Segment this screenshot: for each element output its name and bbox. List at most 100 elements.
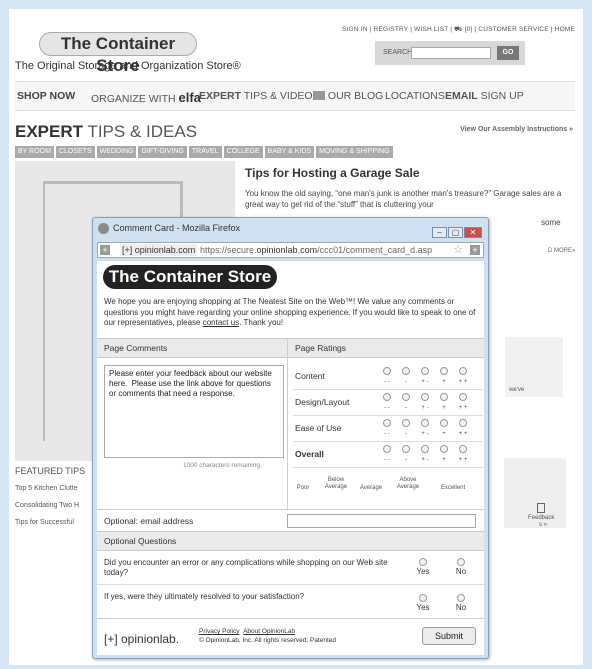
close-button[interactable]: ✕ xyxy=(464,227,482,238)
read-more-link[interactable]: D MORE» xyxy=(548,248,575,254)
article-tail: some xyxy=(541,218,561,227)
comment-card: The Container Store We hope you are enjo… xyxy=(97,261,484,655)
window-titlebar[interactable]: Comment Card - Mozilla Firefox – ▢ ✕ xyxy=(93,218,488,240)
q1-no-label: No xyxy=(455,567,467,576)
rating-radio[interactable] xyxy=(440,419,448,427)
search-input[interactable] xyxy=(411,47,491,59)
q2-no[interactable]: No xyxy=(453,594,469,612)
plus-icon[interactable]: + xyxy=(100,245,110,255)
category-tab[interactable]: MOVING & SHIPPING xyxy=(316,146,393,158)
nav-blog[interactable]: OUR BLOG xyxy=(313,90,383,102)
url-bar[interactable]: + [+] opinionlab.com https://secure.opin… xyxy=(97,242,484,258)
nav-expert-bold: EXPERT xyxy=(199,90,242,102)
url-text: https://secure.opinionlab.com/ccc01/comm… xyxy=(200,245,432,255)
assembly-link[interactable]: View Our Assembly Instructions » xyxy=(460,126,573,133)
category-tab[interactable]: COLLEGE xyxy=(223,146,263,158)
category-tab[interactable]: BY ROOM xyxy=(15,146,54,158)
page-ratings-header: Page Ratings xyxy=(287,338,484,358)
rating-symbol: + - xyxy=(421,405,429,411)
blog-icon xyxy=(313,91,325,100)
rating-symbol: + xyxy=(442,431,446,437)
copyright: © OpinionLab, Inc. All rights reserved; … xyxy=(199,637,337,644)
maximize-button[interactable]: ▢ xyxy=(448,227,463,238)
firefox-icon xyxy=(98,223,109,234)
featured-item[interactable]: Tips for Successful xyxy=(15,514,95,531)
rating-radio[interactable] xyxy=(402,419,410,427)
rating-radio[interactable] xyxy=(402,367,410,375)
category-tab[interactable]: TRAVEL xyxy=(188,146,222,158)
rating-symbol: - xyxy=(405,457,407,463)
email-label: Optional: email address xyxy=(104,516,194,526)
side-more-link[interactable]: s » xyxy=(539,522,547,528)
rating-radio[interactable] xyxy=(440,367,448,375)
comments-textarea[interactable]: Please enter your feedback about our web… xyxy=(104,365,284,458)
featured-heading: FEATURED TIPS xyxy=(15,466,86,476)
nav-organize[interactable]: ORGANIZE WITH elfa xyxy=(91,90,201,105)
q1-yes-radio[interactable] xyxy=(419,558,427,566)
footer-links: Privacy Policy About OpinionLab © Opinio… xyxy=(199,627,336,645)
minimize-button[interactable]: – xyxy=(432,227,447,238)
q2-no-radio[interactable] xyxy=(457,594,465,602)
rating-radio[interactable] xyxy=(421,393,429,401)
featured-item[interactable]: Consolidating Two H xyxy=(15,497,95,514)
rating-radio[interactable] xyxy=(402,445,410,453)
nav-expert[interactable]: EXPERT TIPS & VIDEOS xyxy=(199,90,320,102)
rating-radio[interactable] xyxy=(402,393,410,401)
featured-item[interactable]: Top 5 Kitchen Clutte xyxy=(15,480,95,497)
rating-radio[interactable] xyxy=(383,445,391,453)
rating-radio[interactable] xyxy=(440,393,448,401)
q2-yes[interactable]: Yes xyxy=(415,594,431,612)
contact-us-link[interactable]: contact us xyxy=(203,318,239,327)
q1-yes-label: Yes xyxy=(416,567,430,576)
rating-symbol: + + xyxy=(458,457,468,463)
q1-yes[interactable]: Yes xyxy=(415,558,431,576)
email-row: Optional: email address xyxy=(97,509,484,531)
article-title[interactable]: Tips for Hosting a Garage Sale xyxy=(245,166,420,180)
rating-radio[interactable] xyxy=(440,445,448,453)
bookmark-star-icon[interactable]: ☆ xyxy=(453,243,463,256)
site-identity[interactable]: [+] opinionlab.com xyxy=(120,244,198,256)
q1-no-radio[interactable] xyxy=(457,558,465,566)
rating-radio[interactable] xyxy=(421,367,429,375)
nav-shop-now[interactable]: SHOP NOW xyxy=(17,90,75,102)
rating-symbol: + + xyxy=(458,379,468,385)
q2-yes-radio[interactable] xyxy=(419,594,427,602)
rating-radio[interactable] xyxy=(421,445,429,453)
email-input[interactable] xyxy=(287,514,476,528)
q1-no[interactable]: No xyxy=(453,558,469,576)
category-tab[interactable]: BABY & KIDS xyxy=(264,146,315,158)
addon-icon[interactable]: + xyxy=(470,245,480,255)
top-links[interactable]: SIGN IN | REGISTRY | WISH LIST | ⛟ [0] |… xyxy=(342,25,575,34)
rating-symbol: + - xyxy=(421,379,429,385)
rating-radio[interactable] xyxy=(383,393,391,401)
rating-symbol: - xyxy=(405,431,407,437)
rating-symbol: - xyxy=(405,379,407,385)
intro-part-2: . Thank you! xyxy=(239,318,284,327)
rating-radio[interactable] xyxy=(421,419,429,427)
go-button[interactable]: GO xyxy=(497,46,519,60)
ratings-grid: Content - - - + - + + + Design/Layout - - - + - + +… xyxy=(293,364,483,468)
rating-radio[interactable] xyxy=(459,393,467,401)
privacy-link[interactable]: Privacy Policy xyxy=(199,628,239,635)
nav-email-signup[interactable]: EMAIL SIGN UP xyxy=(445,90,524,102)
about-link[interactable]: About OpinionLab xyxy=(243,628,295,635)
rating-radio[interactable] xyxy=(459,419,467,427)
rating-radio[interactable] xyxy=(383,367,391,375)
comment-card-window: Comment Card - Mozilla Firefox – ▢ ✕ + [+]… xyxy=(92,217,489,659)
category-tabs: BY ROOM CLOSETS WEDDING GIFT-GIVING TRAVEL CO… xyxy=(15,140,395,158)
page-title-rest: TIPS & IDEAS xyxy=(87,122,198,141)
rating-symbol: + - xyxy=(421,431,429,437)
rating-row: Overall - - - + - + + + xyxy=(293,442,483,468)
submit-button[interactable]: Submit xyxy=(422,627,476,645)
featured-tips: FEATURED TIPS Top 5 Kitchen Clutte Conso… xyxy=(15,463,95,531)
site-logo[interactable]: The Container Store xyxy=(39,32,197,75)
category-tab[interactable]: WEDDING xyxy=(96,146,137,158)
category-tab[interactable]: GIFT-GIVING xyxy=(138,146,187,158)
category-tab[interactable]: CLOSETS xyxy=(55,146,95,158)
scale-above: Above Average xyxy=(396,477,420,490)
feedback-tab[interactable]: Feedback xyxy=(528,503,554,521)
rating-radio[interactable] xyxy=(383,419,391,427)
nav-locations[interactable]: LOCATIONS xyxy=(385,90,445,102)
rating-radio[interactable] xyxy=(459,445,467,453)
rating-radio[interactable] xyxy=(459,367,467,375)
